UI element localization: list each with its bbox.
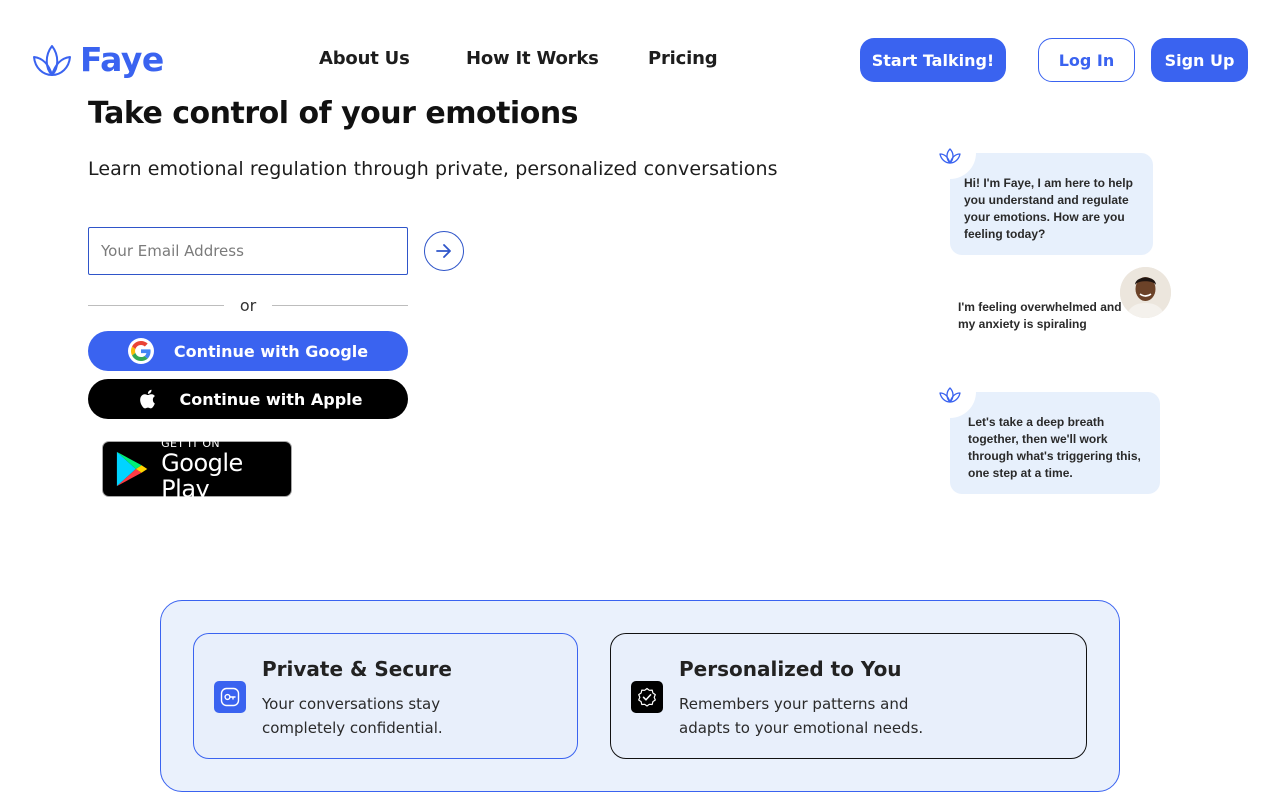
google-play-badge[interactable]: GET IT ON Google Play — [102, 437, 292, 502]
login-button[interactable]: Log In — [1038, 38, 1135, 82]
bot-reply-bubble: Let's take a deep breath together, then … — [950, 392, 1160, 494]
google-button-label: Continue with Google — [173, 341, 369, 361]
user-message: I'm feeling overwhelmed and my anxiety i… — [958, 300, 1122, 331]
user-avatar — [1120, 267, 1171, 318]
hero-subtitle: Learn emotional regulation through priva… — [88, 158, 778, 180]
start-talking-button[interactable]: Start Talking! — [860, 38, 1006, 82]
or-divider: or — [88, 296, 408, 315]
brand-name: Faye — [80, 40, 164, 79]
continue-with-apple-button[interactable]: Continue with Apple — [88, 379, 408, 419]
nav-how-it-works[interactable]: How It Works — [466, 48, 599, 69]
lotus-icon — [939, 148, 961, 164]
logo[interactable]: Faye — [32, 42, 164, 78]
arrow-right-icon — [436, 244, 451, 258]
hero-title: Take control of your emotions — [88, 96, 579, 131]
feature-card-private: Private & Secure Your conversations stay… — [193, 633, 578, 759]
apple-button-label: Continue with Apple — [179, 389, 363, 409]
google-icon — [127, 338, 154, 364]
continue-with-google-button[interactable]: Continue with Google — [88, 331, 408, 371]
lotus-icon — [939, 387, 961, 403]
feature-description: Your conversations stay completely confi… — [262, 695, 443, 737]
bot-avatar — [924, 366, 976, 418]
play-badge-top: GET IT ON — [161, 436, 220, 450]
feature-title: Personalized to You — [679, 657, 902, 681]
key-icon — [214, 681, 246, 713]
email-submit-button[interactable] — [424, 231, 464, 271]
feature-card-personalized: Personalized to You Remembers your patte… — [610, 633, 1087, 759]
nav-pricing[interactable]: Pricing — [648, 48, 718, 69]
email-input[interactable] — [88, 227, 408, 275]
features-panel: Private & Secure Your conversations stay… — [160, 600, 1120, 792]
feature-description: Remembers your patterns and adapts to yo… — [679, 695, 924, 737]
signup-button[interactable]: Sign Up — [1151, 38, 1248, 82]
bot-reply-text: Let's take a deep breath together, then … — [968, 415, 1141, 480]
bot-intro-text: Hi! I'm Faye, I am here to help you unde… — [964, 176, 1133, 241]
bot-avatar — [924, 127, 976, 179]
email-signup-row — [88, 227, 464, 275]
nav-about-us[interactable]: About Us — [319, 48, 410, 69]
lotus-icon — [33, 45, 71, 76]
or-text: or — [239, 296, 257, 315]
divider-line — [272, 305, 408, 306]
apple-icon — [134, 386, 160, 412]
feature-title: Private & Secure — [262, 657, 452, 681]
google-play-icon — [116, 451, 148, 487]
check-badge-icon — [631, 681, 663, 713]
site-header: Faye About Us How It Works Pricing Start… — [0, 0, 1280, 100]
divider-line — [88, 305, 224, 306]
play-badge-bottom: Google Play — [161, 448, 243, 503]
bot-message-bubble: Hi! I'm Faye, I am here to help you unde… — [950, 153, 1153, 255]
